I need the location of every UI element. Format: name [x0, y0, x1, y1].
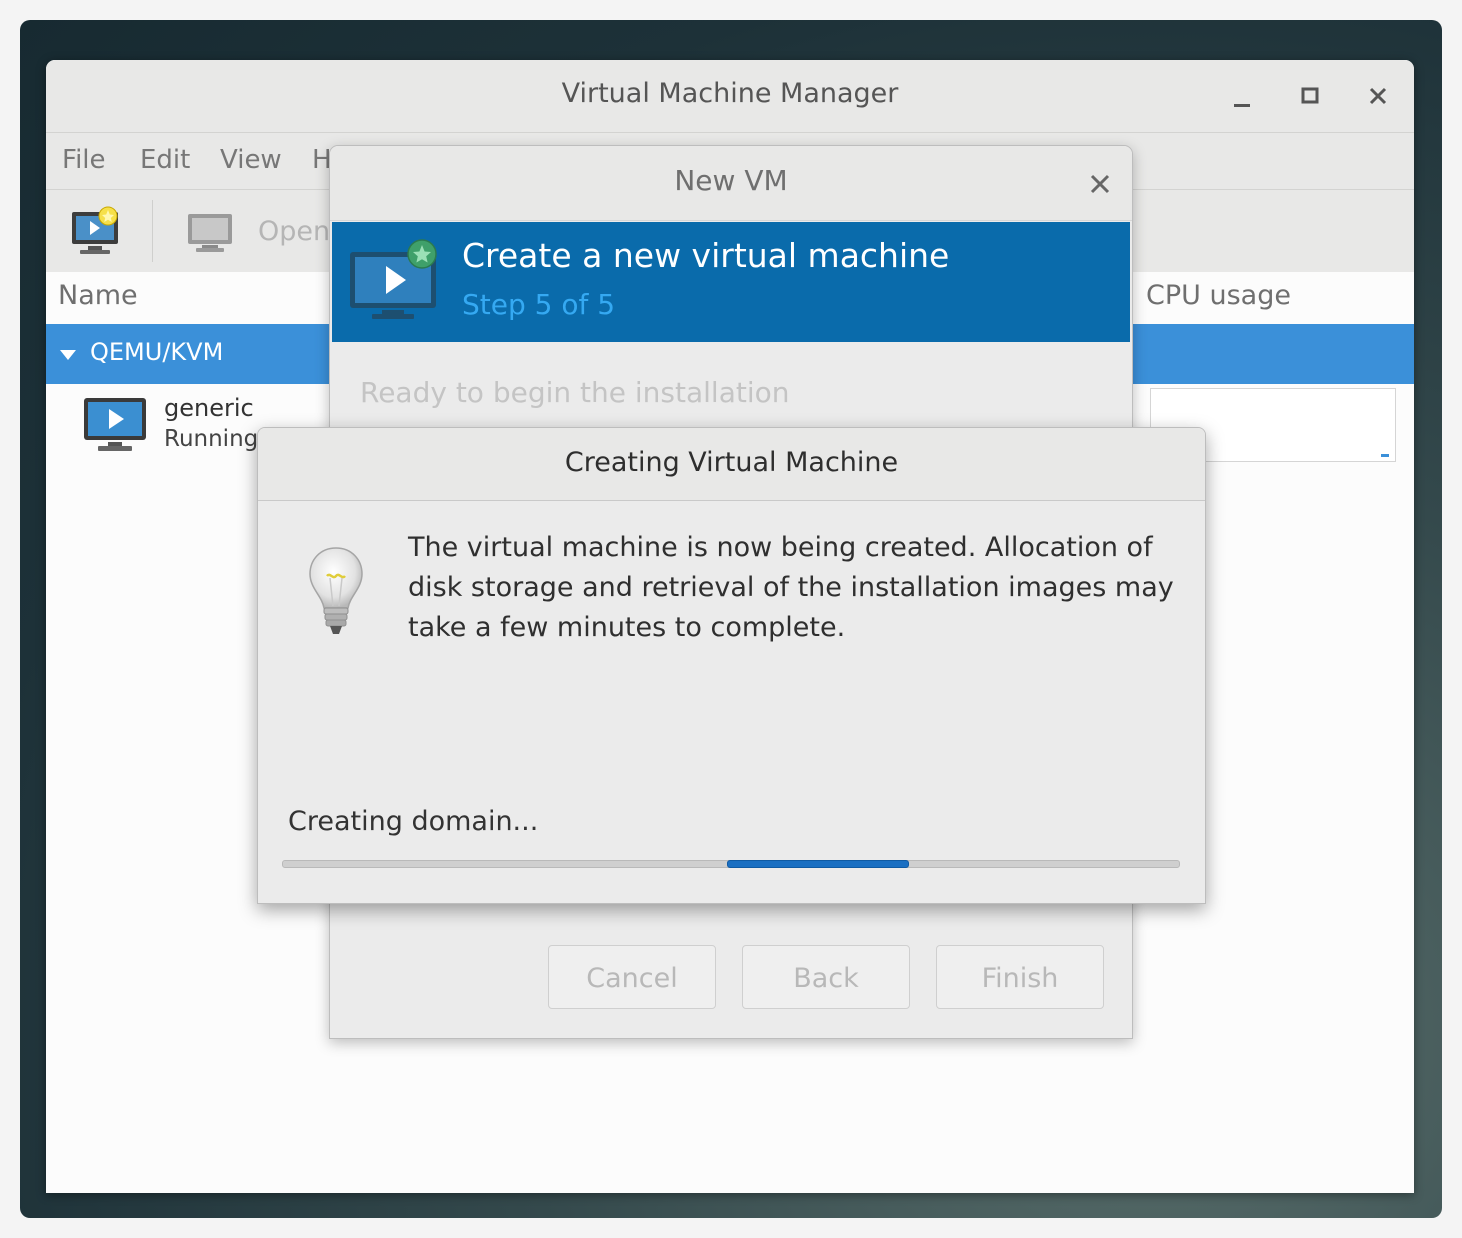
monitor-icon	[188, 214, 232, 252]
lightbulb-icon	[309, 547, 363, 634]
title-bar: Virtual Machine Manager	[46, 60, 1414, 133]
progress-bar	[282, 860, 1180, 868]
ready-text: Ready to begin the installation	[360, 376, 790, 409]
new-vm-header: New VM	[330, 146, 1132, 221]
cpu-graph-line	[1381, 454, 1389, 457]
creating-status: Creating domain...	[288, 806, 539, 837]
new-vm-icon	[350, 239, 437, 319]
menu-file[interactable]: File	[62, 145, 106, 175]
connection-label: QEMU/KVM	[90, 338, 224, 366]
progress-pulse	[727, 860, 909, 868]
creating-vm-dialog: Creating Virtual Machine The virtual mac…	[257, 427, 1206, 904]
expander-arrow-icon[interactable]	[60, 350, 76, 360]
column-cpu-header[interactable]: CPU usage	[1146, 280, 1291, 311]
vm-status: Running	[164, 426, 259, 452]
new-vm-close-button[interactable]	[1088, 164, 1112, 203]
finish-button[interactable]: Finish	[936, 945, 1104, 1009]
column-name-header[interactable]: Name	[58, 280, 138, 311]
creating-header: Creating Virtual Machine	[258, 428, 1205, 501]
new-vm-title: New VM	[674, 164, 788, 197]
maximize-icon	[1301, 87, 1319, 104]
creating-message: The virtual machine is now being created…	[408, 532, 1174, 643]
back-button[interactable]: Back	[742, 945, 910, 1009]
vm-running-icon	[84, 398, 146, 451]
close-button[interactable]	[1362, 80, 1394, 112]
window-title: Virtual Machine Manager	[561, 78, 899, 109]
open-label: Open	[258, 216, 331, 247]
cancel-button[interactable]: Cancel	[548, 945, 716, 1009]
minimize-icon	[1234, 104, 1250, 107]
banner-step: Step 5 of 5	[462, 288, 616, 321]
toolbar-separator	[152, 200, 153, 262]
minimize-button[interactable]	[1226, 80, 1258, 112]
menu-view[interactable]: View	[220, 145, 282, 175]
banner-title: Create a new virtual machine	[462, 236, 950, 275]
menu-edit[interactable]: Edit	[140, 145, 190, 175]
maximize-button[interactable]	[1294, 80, 1326, 112]
new-vm-button[interactable]	[68, 206, 124, 262]
creating-title: Creating Virtual Machine	[564, 447, 899, 478]
new-vm-icon	[72, 206, 118, 254]
close-icon	[1369, 87, 1387, 105]
wizard-banner: Create a new virtual machine Step 5 of 5	[332, 222, 1130, 342]
vm-name: generic	[164, 394, 254, 422]
close-icon	[1090, 174, 1110, 194]
